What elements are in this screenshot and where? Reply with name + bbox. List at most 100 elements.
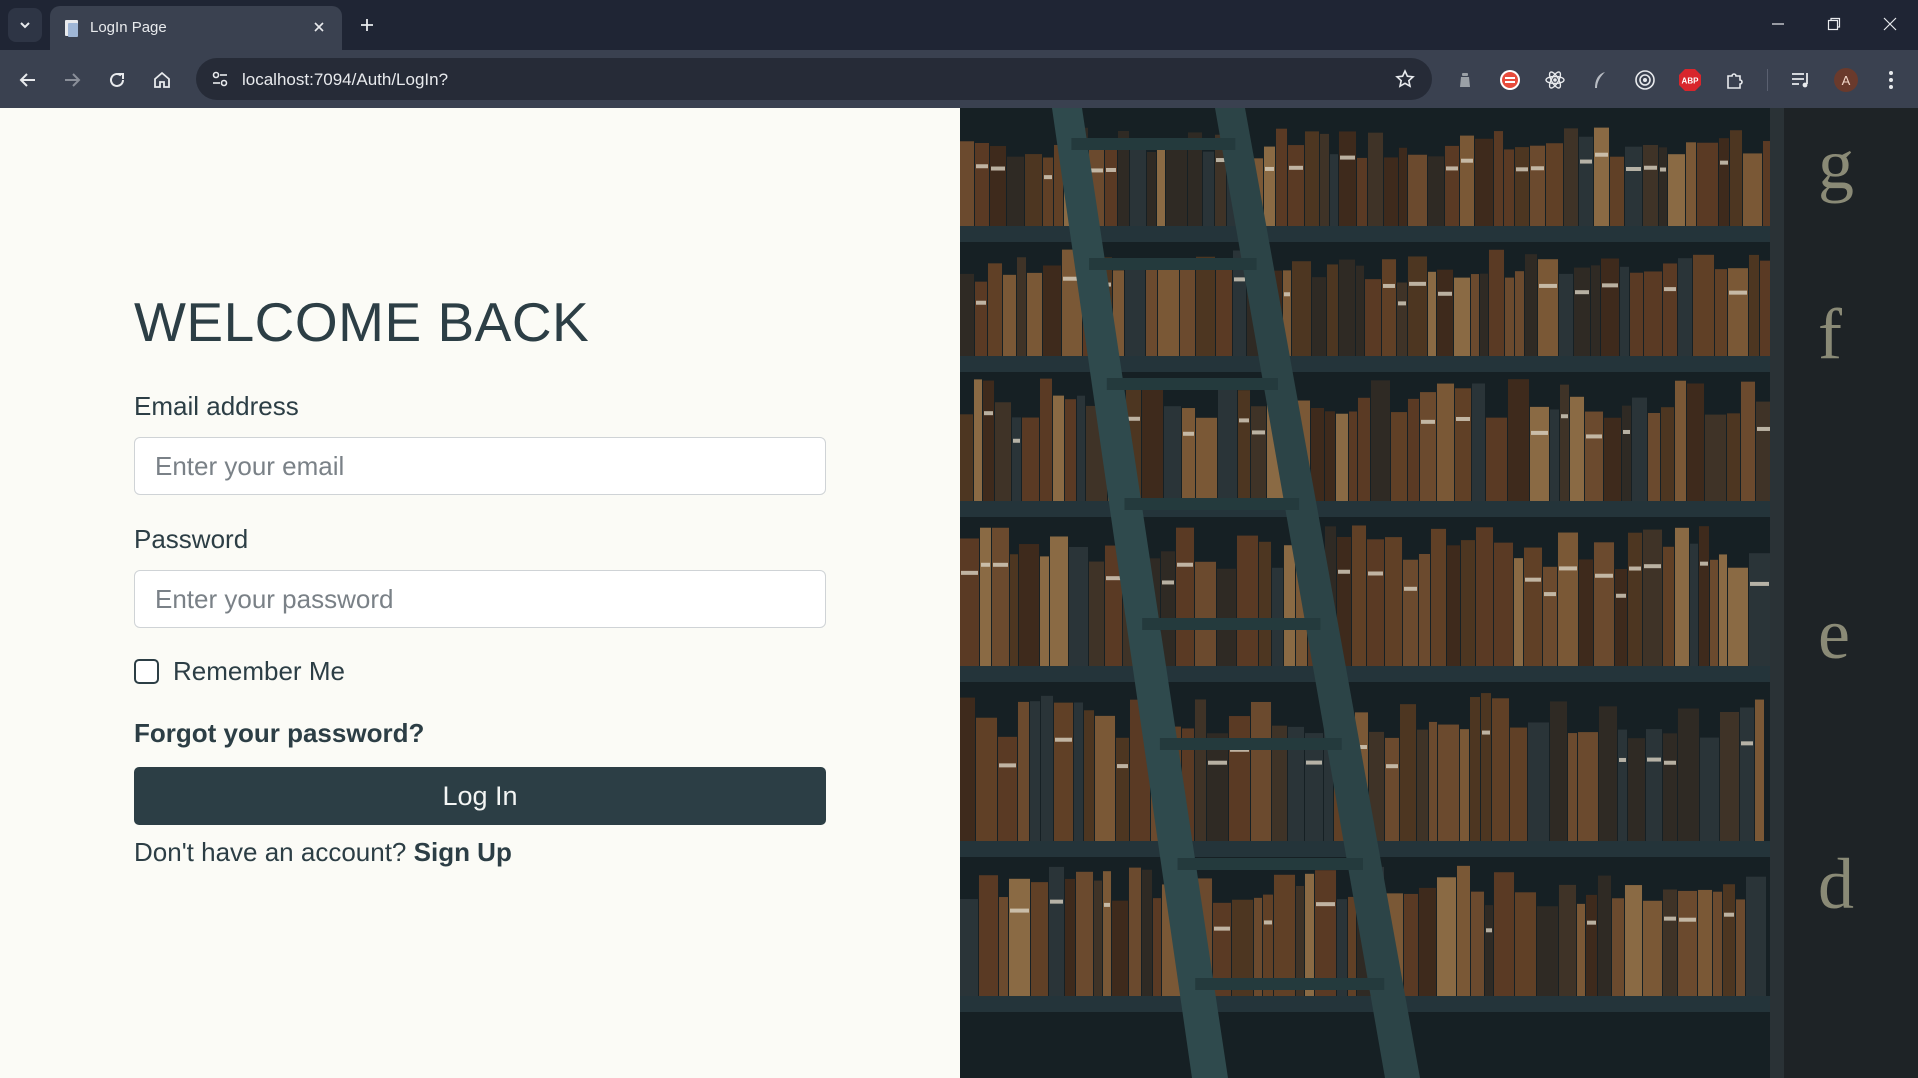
book-spine — [1515, 271, 1524, 358]
signup-link[interactable]: Sign Up — [414, 837, 512, 867]
book-spine — [1625, 885, 1642, 998]
book-spine — [1349, 411, 1357, 503]
book-spine — [1713, 891, 1722, 998]
book-label — [1421, 419, 1435, 424]
book-spine — [1528, 722, 1549, 843]
book-spine — [1661, 407, 1674, 503]
book-spine — [1755, 699, 1764, 843]
restore-icon — [1827, 17, 1841, 31]
book-spine — [1598, 875, 1611, 998]
book-spine — [1438, 724, 1459, 843]
book-label — [1409, 281, 1426, 286]
minimize-button[interactable] — [1750, 0, 1806, 48]
remember-me-checkbox[interactable] — [134, 659, 159, 684]
book-spine — [980, 527, 991, 668]
chevron-down-icon — [20, 22, 30, 29]
email-field[interactable] — [135, 438, 825, 494]
bookmark-button[interactable] — [1392, 66, 1418, 92]
book-spine — [1356, 265, 1364, 358]
email-field-wrapper — [134, 437, 826, 495]
book-spine — [1327, 264, 1338, 358]
book-spine — [1218, 379, 1237, 503]
extension-button[interactable] — [1540, 65, 1570, 95]
book-label — [999, 763, 1016, 768]
reload-button[interactable] — [101, 64, 133, 96]
avatar: A — [1834, 68, 1858, 92]
book-spine — [1630, 272, 1643, 358]
close-icon — [314, 22, 324, 32]
book-spine — [1594, 542, 1614, 668]
book-spine — [1719, 554, 1727, 668]
extension-button[interactable] — [1585, 65, 1615, 95]
book-spine — [1470, 697, 1480, 843]
book-spine — [1391, 412, 1407, 503]
book-spine — [1116, 737, 1129, 843]
book-spine — [1125, 261, 1145, 358]
tab-close-button[interactable] — [308, 16, 330, 38]
restore-button[interactable] — [1806, 0, 1862, 48]
book-spine — [1643, 529, 1662, 668]
home-button[interactable] — [146, 64, 178, 96]
book-spine — [1515, 892, 1536, 998]
book-label — [1044, 175, 1052, 180]
book-spine — [1525, 254, 1537, 358]
remember-me-row: Remember Me — [134, 656, 345, 687]
login-panel: WELCOME BACK Email address Password Reme… — [0, 108, 960, 1078]
tab-search-button[interactable] — [8, 8, 42, 42]
book-spine — [1625, 146, 1642, 228]
book-spine — [1022, 417, 1039, 503]
book-spine — [1663, 263, 1677, 358]
extensions-menu-button[interactable] — [1720, 65, 1750, 95]
book-spine — [1494, 872, 1514, 998]
book-spine — [1564, 128, 1578, 228]
book-spine — [1276, 128, 1287, 228]
extension-button[interactable] — [1495, 65, 1525, 95]
active-tab[interactable]: LogIn Page — [50, 6, 342, 50]
close-window-button[interactable] — [1862, 0, 1918, 48]
book-spine — [1404, 893, 1418, 998]
browser-toolbar: localhost:7094/Auth/LogIn? ABP A — [0, 50, 1918, 108]
book-spine — [1728, 567, 1748, 668]
address-bar[interactable]: localhost:7094/Auth/LogIn? — [196, 58, 1432, 100]
book-spine — [1437, 877, 1456, 998]
book-spine — [1749, 553, 1770, 668]
book-spine — [1358, 397, 1370, 503]
book-spine — [1457, 865, 1470, 998]
tune-icon — [212, 71, 228, 87]
book-spine — [1112, 900, 1128, 998]
remember-me-label[interactable]: Remember Me — [173, 656, 345, 687]
password-field[interactable] — [135, 571, 825, 627]
plus-icon — [361, 19, 373, 31]
book-spine — [1325, 411, 1335, 503]
book-spine — [1622, 405, 1631, 503]
login-button[interactable]: Log In — [134, 767, 826, 825]
profile-button[interactable]: A — [1831, 65, 1861, 95]
adblock-plus-button[interactable]: ABP — [1675, 65, 1705, 95]
book-label — [1252, 430, 1265, 435]
forward-button[interactable] — [56, 64, 88, 96]
url-text[interactable]: localhost:7094/Auth/LogIn? — [242, 70, 448, 90]
book-spine — [1371, 380, 1390, 503]
site-info-button[interactable] — [206, 65, 234, 93]
forgot-password-link[interactable]: Forgot your password? — [134, 718, 424, 749]
toolbar-separator — [1767, 69, 1768, 91]
book-spine — [1403, 559, 1418, 668]
book-spine — [1019, 544, 1039, 668]
extension-button[interactable] — [1450, 65, 1480, 95]
minimize-icon — [1772, 23, 1784, 25]
back-button[interactable] — [12, 64, 44, 96]
book-label — [1456, 416, 1470, 421]
media-controls-button[interactable] — [1786, 65, 1816, 95]
book-label — [1010, 908, 1029, 913]
book-spine — [1461, 540, 1475, 668]
extension-button[interactable] — [1630, 65, 1660, 95]
book-label — [1575, 290, 1589, 295]
book-label — [1284, 292, 1290, 297]
shelf-column-edge — [1770, 108, 1784, 1078]
book-spine — [1454, 277, 1470, 358]
book-spine — [1428, 271, 1436, 358]
browser-menu-button[interactable] — [1876, 65, 1906, 95]
book-spine — [1408, 154, 1427, 228]
book-spine — [1196, 256, 1215, 358]
new-tab-button[interactable] — [352, 10, 382, 40]
